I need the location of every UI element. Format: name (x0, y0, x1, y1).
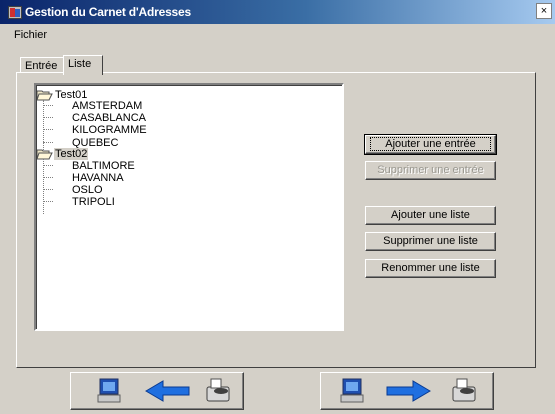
tree-item[interactable]: AMSTERDAM (72, 100, 142, 112)
next-button[interactable] (320, 372, 494, 410)
tree-connector (43, 177, 53, 178)
tree-connector (43, 189, 53, 190)
menu-fichier[interactable]: Fichier (14, 29, 47, 41)
title-bar: Gestion du Carnet d'Adresses × (0, 0, 555, 24)
tree-connector (43, 142, 53, 143)
tree-connector (43, 100, 44, 154)
window-title: Gestion du Carnet d'Adresses (25, 5, 191, 19)
tree-item[interactable]: KILOGRAMME (72, 124, 147, 136)
tab-entree[interactable]: Entrée (20, 57, 64, 73)
fax-icon (206, 378, 230, 402)
computer-icon (97, 378, 121, 403)
add-entry-label: Ajouter une entrée (370, 137, 491, 151)
tab-liste[interactable]: Liste (63, 55, 103, 75)
tree-connector (43, 129, 53, 130)
rename-list-button[interactable]: Renommer une liste (365, 259, 496, 278)
previous-button[interactable] (70, 372, 244, 410)
add-entry-button[interactable]: Ajouter une entrée (364, 134, 497, 155)
fax-icon (452, 378, 476, 402)
menu-bar: Fichier (0, 24, 555, 43)
tree-connector (43, 201, 53, 202)
tree-connector (43, 159, 44, 214)
tree-group-label: Test02 (54, 148, 89, 160)
address-tree[interactable]: Test01 AMSTERDAM CASABLANCA KILOGRAMME Q… (34, 83, 344, 331)
computer-icon (340, 378, 364, 403)
open-folder-icon (37, 149, 53, 160)
tree-item[interactable]: OSLO (72, 184, 103, 196)
add-list-button[interactable]: Ajouter une liste (365, 206, 496, 225)
tree-connector (43, 105, 53, 106)
tree-connector (43, 165, 53, 166)
delete-entry-button[interactable]: Supprimer une entrée (365, 161, 496, 180)
tree-item[interactable]: HAVANNA (72, 172, 124, 184)
tree-connector (43, 117, 53, 118)
tree-item[interactable]: BALTIMORE (72, 160, 135, 172)
open-folder-icon (37, 90, 53, 101)
app-icon (8, 5, 22, 19)
arrow-right-icon (386, 380, 431, 402)
tree-item[interactable]: CASABLANCA (72, 112, 146, 124)
delete-list-button[interactable]: Supprimer une liste (365, 232, 496, 251)
arrow-left-icon (145, 380, 190, 402)
tree-item[interactable]: TRIPOLI (72, 196, 115, 208)
close-button[interactable]: × (536, 3, 552, 19)
